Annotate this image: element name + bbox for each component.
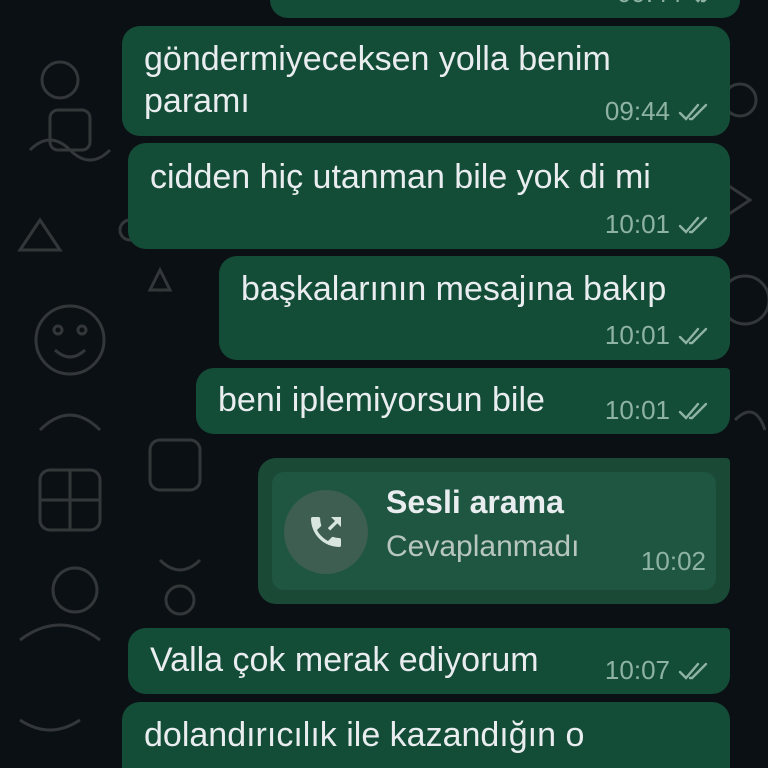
- call-time: 10:02: [640, 546, 706, 576]
- message-meta: 10:01: [605, 395, 712, 426]
- message-bubble-partial[interactable]: dolandırıcılık ile kazandığın o: [122, 702, 730, 768]
- message-time: 09:44: [617, 0, 682, 9]
- message-text-line: göndermiyeceksen yolla benim: [144, 40, 611, 78]
- double-check-icon: [678, 103, 708, 121]
- outgoing-call-icon: [311, 517, 341, 547]
- message-meta: 10:07: [605, 655, 712, 686]
- message-text-line: beni iplemiyorsun bile: [218, 381, 545, 419]
- call-bubble[interactable]: Sesli arama Cevaplanmadı 10:02: [258, 458, 730, 604]
- message-time: 10:07: [604, 655, 670, 685]
- message-bubble[interactable]: başkalarının mesajına bakıp 10:01: [219, 256, 730, 360]
- message-time: 09:44: [604, 96, 670, 126]
- call-icon-circle: [284, 490, 368, 574]
- message-bubble[interactable]: Valla çok merak ediyorum 10:07: [128, 628, 730, 694]
- message-text-line: dolandırıcılık ile kazandığın o: [144, 716, 585, 754]
- message-text-line: cidden hiç utanman bile yok di mi: [150, 158, 651, 196]
- message-time: 10:01: [604, 209, 670, 239]
- double-check-icon: [678, 216, 708, 234]
- message-meta: 09:44: [617, 0, 724, 9]
- call-status: Cevaplanmadı: [386, 530, 580, 563]
- message-text-line: Valla çok merak ediyorum: [150, 641, 539, 679]
- message-meta: 10:01: [605, 320, 712, 351]
- message-meta: 09:44: [605, 96, 712, 127]
- message-bubble[interactable]: beni iplemiyorsun bile 10:01: [196, 368, 730, 434]
- double-check-icon: [678, 402, 708, 420]
- message-bubble[interactable]: göndermiyeceksen yolla benim paramı 09:4…: [122, 26, 730, 136]
- message-time: 10:01: [604, 320, 670, 350]
- double-check-icon: [695, 0, 707, 3]
- chat-view: 09:44 göndermiyeceksen yolla benim param…: [0, 0, 768, 768]
- message-text-line: paramı: [144, 82, 250, 120]
- double-check-icon: [678, 327, 708, 345]
- call-title: Sesli arama: [386, 484, 564, 520]
- message-bubble[interactable]: cidden hiç utanman bile yok di mi 10:01: [128, 143, 730, 249]
- message-bubble-partial[interactable]: 09:44: [270, 0, 740, 18]
- message-meta: 10:01: [605, 209, 712, 240]
- message-text-line: başkalarının mesajına bakıp: [241, 270, 667, 308]
- double-check-icon: [678, 662, 708, 680]
- message-time: 10:01: [604, 395, 670, 425]
